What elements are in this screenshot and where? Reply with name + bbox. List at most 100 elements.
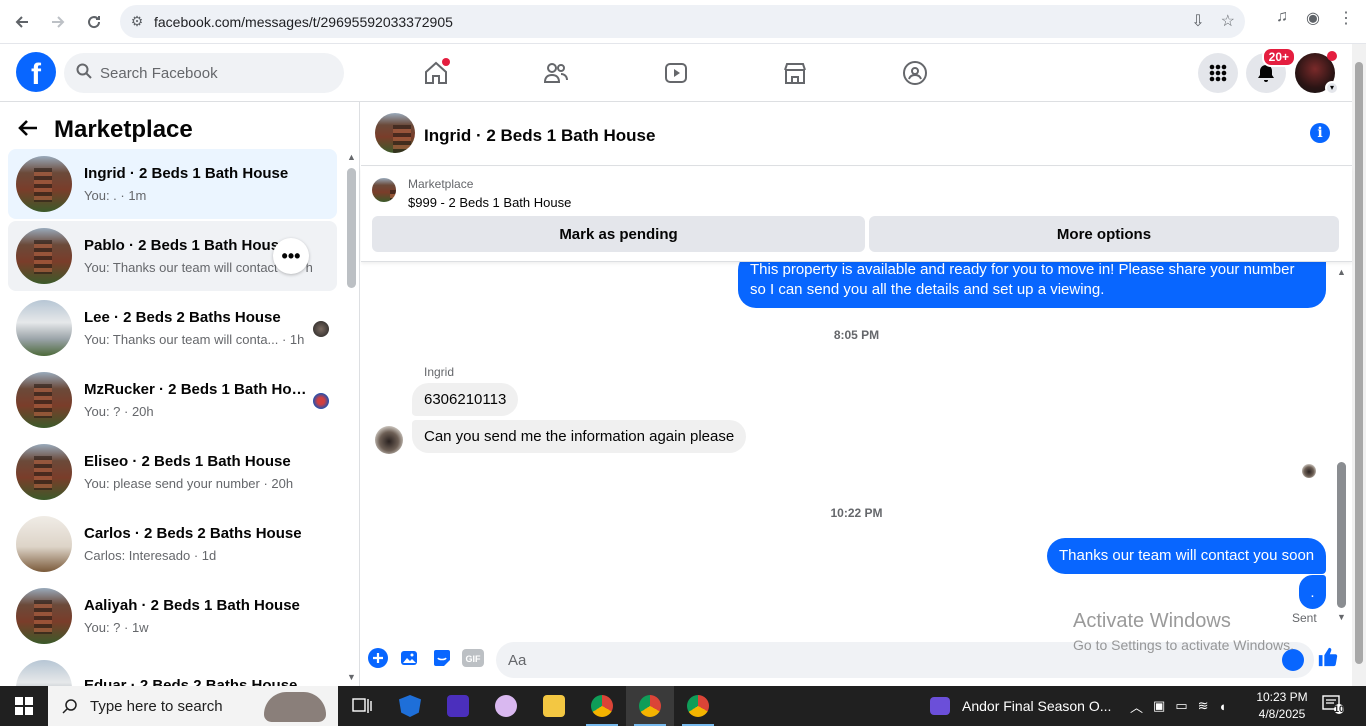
gif-icon[interactable]: GIF <box>462 647 484 669</box>
listing-thumbnail <box>16 660 72 686</box>
groups-nav-icon[interactable] <box>895 56 935 90</box>
url-text[interactable]: facebook.com/messages/t/2969559203337290… <box>154 14 453 30</box>
profile-icon[interactable]: ◉ <box>1306 8 1320 28</box>
incoming-message[interactable]: Can you send me the information again pl… <box>412 420 747 453</box>
taskbar-clock[interactable]: 10:23 PM 4/8/2025 <box>1250 689 1314 723</box>
media-control-icon[interactable]: ♫ <box>1276 8 1288 28</box>
listing-thumbnail[interactable] <box>372 178 396 202</box>
conversation-preview: Carlos: Interesado · 1d <box>84 548 217 563</box>
panel-title: Marketplace <box>54 116 193 143</box>
site-settings-icon[interactable]: ⚙ <box>120 13 154 30</box>
scroll-down-arrow-icon[interactable]: ▼ <box>347 672 356 682</box>
camera-icon[interactable]: ▣ <box>1153 698 1165 714</box>
taskbar-search-text[interactable]: Type here to search <box>90 698 223 715</box>
chevron-down-icon[interactable]: ▾ <box>1325 81 1339 95</box>
add-attachment-icon[interactable] <box>367 647 389 669</box>
marketplace-nav-icon[interactable] <box>775 56 815 90</box>
emoji-icon[interactable] <box>1282 649 1304 671</box>
chrome-icon[interactable] <box>578 686 626 726</box>
listing-thumbnail <box>16 300 72 356</box>
conversation-preview: You: . · 1m <box>84 188 147 203</box>
search-box[interactable] <box>64 53 344 93</box>
conversation-item[interactable]: Carlos · 2 Beds 2 Baths House Carlos: In… <box>8 509 337 579</box>
account-avatar[interactable]: ▾ <box>1295 51 1339 95</box>
outgoing-message[interactable]: . <box>1299 575 1326 609</box>
conversation-item[interactable]: MzRucker · 2 Beds 1 Bath House You: ? · … <box>8 365 337 435</box>
thumbs-up-icon[interactable] <box>1317 646 1339 668</box>
message-scrollbar[interactable] <box>1337 462 1346 608</box>
mark-as-pending-button[interactable]: Mark as pending <box>372 216 865 252</box>
notifications-bell-icon[interactable]: 20+ <box>1246 47 1296 93</box>
conversation-item[interactable]: Eduar · 2 Beds 2 Baths House <box>8 653 337 686</box>
outgoing-message[interactable]: Thanks our team will contact you soon <box>1047 538 1327 574</box>
menu-grid-icon[interactable] <box>1198 53 1238 93</box>
scroll-up-arrow-icon[interactable]: ▲ <box>347 152 356 162</box>
more-options-icon[interactable]: ••• <box>273 238 309 274</box>
scroll-down-arrow-icon[interactable]: ▼ <box>1337 612 1346 622</box>
conversation-item[interactable]: Aaliyah · 2 Beds 1 Bath House You: ? · 1… <box>8 581 337 651</box>
conversation-list-scrollbar[interactable] <box>347 168 356 288</box>
media-title[interactable]: Andor Final Season O... <box>962 698 1111 714</box>
forward-icon[interactable] <box>40 4 76 40</box>
conversation-preview: You: Thanks our team will conta... · 1h <box>84 332 305 347</box>
back-arrow-icon[interactable] <box>18 117 38 143</box>
timestamp: 8:05 PM <box>833 328 880 342</box>
conversation-item[interactable]: Eliseo · 2 Beds 1 Bath House You: please… <box>8 437 337 507</box>
back-icon[interactable] <box>4 4 40 40</box>
conversation-preview: You: ? · 20h <box>84 404 154 419</box>
adobe-app-icon[interactable] <box>434 686 482 726</box>
photo-icon[interactable] <box>399 647 421 669</box>
bookmark-star-icon[interactable]: ☆ <box>1221 11 1235 31</box>
chat-header: Ingrid · 2 Beds 1 Bath House i <box>361 102 1352 166</box>
notification-count: 10 <box>1334 704 1345 714</box>
chat-panel: Ingrid · 2 Beds 1 Bath House i Marketpla… <box>361 102 1352 686</box>
conversation-item[interactable]: Ingrid · 2 Beds 1 Bath House You: . · 1m <box>8 149 337 219</box>
security-app-icon[interactable] <box>386 686 434 726</box>
search-input[interactable] <box>100 64 320 82</box>
wifi-icon[interactable]: ≋ <box>1198 698 1209 714</box>
more-options-button[interactable]: More options <box>869 216 1339 252</box>
home-nav-icon[interactable] <box>416 56 456 90</box>
facebook-logo[interactable]: f <box>16 52 56 92</box>
page-scrollbar[interactable] <box>1352 44 1366 686</box>
marketplace-conversation-list: Marketplace Ingrid · 2 Beds 1 Bath House… <box>0 102 360 686</box>
conversation-item[interactable]: Lee · 2 Beds 2 Baths House You: Thanks o… <box>8 293 337 363</box>
scroll-up-arrow-icon[interactable]: ▲ <box>1337 267 1346 277</box>
install-app-icon[interactable]: ⇩ <box>1191 11 1204 31</box>
chat-avatar[interactable] <box>375 113 415 153</box>
sender-avatar[interactable] <box>375 426 403 454</box>
chat-title[interactable]: Ingrid · 2 Beds 1 Bath House <box>424 126 655 146</box>
address-bar[interactable]: ⚙ facebook.com/messages/t/29695592033372… <box>120 5 1245 38</box>
volume-icon[interactable]: ◖ <box>1219 699 1227 714</box>
conversation-item[interactable]: Pablo · 2 Beds 1 Bath House You: Thanks … <box>8 221 337 291</box>
friends-nav-icon[interactable] <box>536 56 576 90</box>
chrome-second-profile-icon[interactable] <box>674 686 722 726</box>
video-nav-icon[interactable] <box>656 56 696 90</box>
battery-icon[interactable]: ▭ <box>1175 698 1187 714</box>
taskbar-search-box[interactable]: Type here to search <box>48 686 338 726</box>
conversation-title: Aaliyah · 2 Beds 1 Bath House <box>84 597 300 614</box>
task-view-icon[interactable] <box>338 686 386 726</box>
file-explorer-icon[interactable] <box>530 686 578 726</box>
chrome-menu-icon[interactable]: ⋮ <box>1338 8 1354 28</box>
message-input-wrapper[interactable] <box>496 642 1314 678</box>
incoming-message[interactable]: 6306210113 <box>412 383 519 416</box>
reload-icon[interactable] <box>76 4 112 40</box>
message-composer: GIF <box>361 634 1352 686</box>
snipping-app-icon[interactable] <box>482 686 530 726</box>
timestamp: 10:22 PM <box>830 506 883 520</box>
browser-toolbar: ⚙ facebook.com/messages/t/29695592033372… <box>0 0 1366 44</box>
page-scrollbar-thumb[interactable] <box>1355 62 1363 664</box>
chevron-up-icon[interactable]: ︿ <box>1130 697 1143 716</box>
notification-center-icon[interactable]: 10 <box>1322 694 1346 718</box>
message-thread: This property is available and ready for… <box>361 262 1352 634</box>
message-input[interactable] <box>508 642 1274 678</box>
windows-start-icon[interactable] <box>0 686 48 726</box>
outgoing-message[interactable]: This property is available and ready for… <box>738 262 1326 308</box>
listing-thumbnail <box>16 372 72 428</box>
info-icon[interactable]: i <box>1310 123 1330 143</box>
listing-price[interactable]: $999 - 2 Beds 1 Bath House <box>408 195 571 210</box>
chrome-profile-icon[interactable] <box>626 686 674 726</box>
sticker-icon[interactable] <box>431 647 453 669</box>
media-widget[interactable]: Andor Final Season O... <box>930 686 1111 726</box>
